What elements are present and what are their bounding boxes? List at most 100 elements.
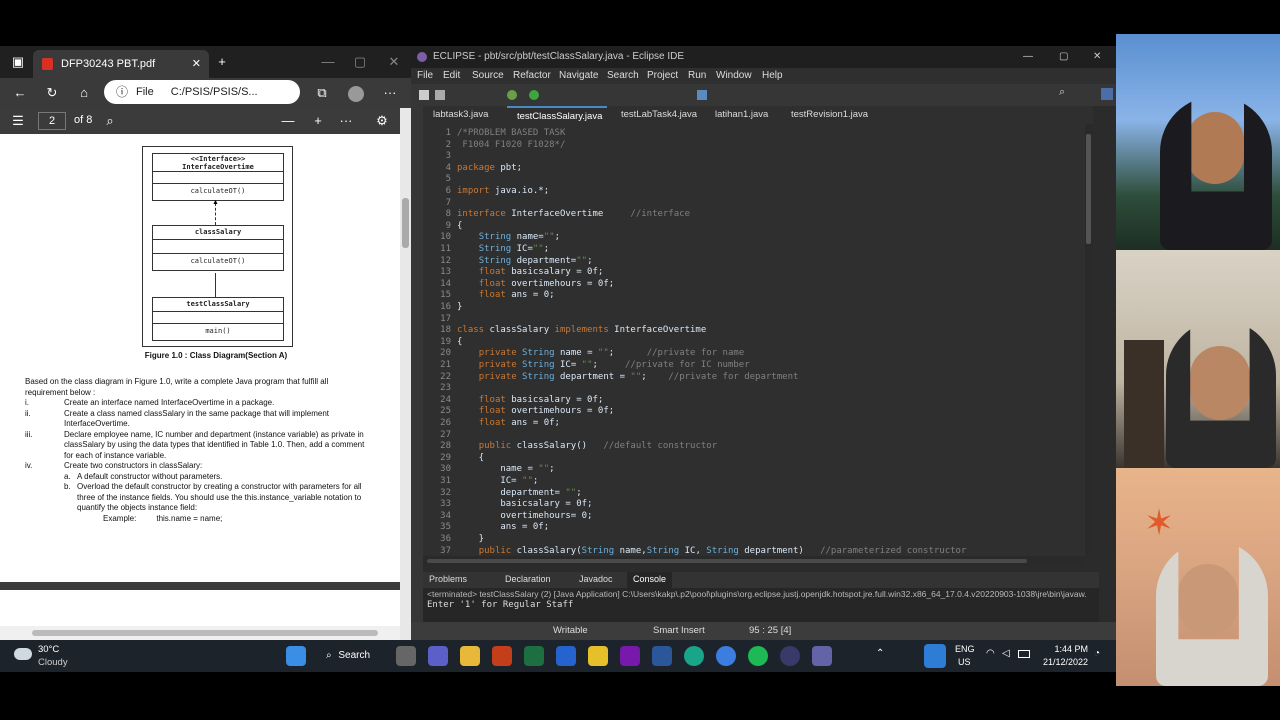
- code-line[interactable]: 20 private String name = ""; //private f…: [423, 348, 744, 360]
- edge-icon[interactable]: [684, 646, 704, 666]
- tab-javadoc[interactable]: Javadoc: [579, 574, 613, 584]
- code-line[interactable]: 32 department= "";: [423, 488, 581, 500]
- wifi-icon[interactable]: ◠: [986, 648, 995, 659]
- menu-source[interactable]: Source: [472, 68, 504, 84]
- close-tab-icon[interactable]: ✕: [192, 50, 201, 78]
- code-line[interactable]: 16}: [423, 302, 462, 314]
- maximize-icon[interactable]: ▢: [350, 50, 370, 74]
- code-line[interactable]: 9{: [423, 221, 463, 233]
- tab-console[interactable]: Console: [627, 572, 673, 588]
- tab-testlabtask4[interactable]: testLabTask4.java: [611, 106, 703, 124]
- search-icon[interactable]: ⌕: [100, 109, 120, 133]
- contents-icon[interactable]: ☰: [8, 109, 28, 133]
- more-menu-icon[interactable]: ···: [380, 81, 400, 105]
- clock-date[interactable]: 21/12/2022: [1040, 657, 1088, 667]
- menu-project[interactable]: Project: [647, 68, 678, 84]
- menu-refactor[interactable]: Refactor: [513, 68, 551, 84]
- code-line[interactable]: 31 IC= "";: [423, 476, 538, 488]
- chrome-icon[interactable]: [716, 646, 736, 666]
- eclipse-icon[interactable]: [780, 646, 800, 666]
- code-line[interactable]: 25 float overtimehours = 0f;: [423, 406, 614, 418]
- code-editor[interactable]: 1/*PROBLEM BASED TASK 2 F1004 F1020 F1028…: [423, 124, 1087, 556]
- tab-testrevision1[interactable]: testRevision1.java: [781, 106, 881, 124]
- code-line[interactable]: 3: [423, 151, 457, 163]
- code-line[interactable]: 6 import java.io.*;: [423, 186, 550, 198]
- back-icon[interactable]: ←: [10, 81, 30, 105]
- refresh-icon[interactable]: ↻: [42, 81, 62, 105]
- pdf-vertical-scrollbar[interactable]: [400, 108, 411, 640]
- microphone-icon[interactable]: [924, 644, 946, 668]
- code-line[interactable]: 10 String name="";: [423, 232, 560, 244]
- code-line[interactable]: 7: [423, 198, 457, 210]
- address-field[interactable]: ⓘ File C:/PSIS/PSIS/S...: [104, 80, 300, 104]
- code-line[interactable]: 4 package pbt;: [423, 163, 522, 175]
- menu-search[interactable]: Search: [607, 68, 639, 84]
- extensions-icon[interactable]: ⧉: [312, 81, 332, 105]
- teams-icon[interactable]: [812, 646, 832, 666]
- scroll-thumb[interactable]: [402, 198, 409, 248]
- code-line[interactable]: 1 /*PROBLEM BASED TASK: [423, 128, 566, 140]
- tab-actions-icon[interactable]: ▣: [8, 50, 28, 74]
- video-participant-2[interactable]: [1116, 250, 1280, 468]
- code-line[interactable]: 19 {: [423, 337, 462, 349]
- code-line[interactable]: 26 float ans = 0f;: [423, 418, 560, 430]
- maximize-icon[interactable]: ▢: [1059, 46, 1068, 68]
- code-line[interactable]: 2 F1004 F1020 F1028*/: [423, 140, 566, 152]
- console-panel[interactable]: <terminated> testClassSalary (2) [Java A…: [423, 588, 1099, 622]
- notification-icon[interactable]: ◔: [1094, 648, 1100, 659]
- code-line[interactable]: 18 class classSalary implements Interface…: [423, 325, 706, 337]
- editor-vertical-scrollbar[interactable]: [1085, 124, 1093, 556]
- tab-declaration[interactable]: Declaration: [505, 574, 551, 584]
- volume-icon[interactable]: ◁: [1002, 648, 1010, 659]
- zoom-in-icon[interactable]: +: [308, 109, 328, 133]
- debug-icon[interactable]: [507, 90, 517, 100]
- zoom-out-icon[interactable]: —: [278, 109, 298, 133]
- todo-icon[interactable]: [556, 646, 576, 666]
- start-icon[interactable]: [286, 646, 306, 666]
- new-tab-icon[interactable]: +: [212, 50, 232, 74]
- meet-icon[interactable]: [428, 646, 448, 666]
- code-line[interactable]: 36 }: [423, 534, 484, 546]
- hscroll-thumb[interactable]: [32, 630, 378, 636]
- sticky-notes-icon[interactable]: [588, 646, 608, 666]
- battery-icon[interactable]: [1018, 650, 1030, 658]
- new-file-icon[interactable]: [419, 90, 429, 100]
- video-participant-3[interactable]: ✶: [1116, 468, 1280, 686]
- menu-navigate[interactable]: Navigate: [559, 68, 598, 84]
- code-line[interactable]: 15 float ans = 0;: [423, 290, 554, 302]
- code-line[interactable]: 12 String department="";: [423, 256, 592, 268]
- menu-file[interactable]: File: [417, 68, 433, 84]
- home-icon[interactable]: ⌂: [74, 81, 94, 105]
- code-line[interactable]: 33 basicsalary = 0f;: [423, 499, 592, 511]
- menu-edit[interactable]: Edit: [443, 68, 460, 84]
- task-view-icon[interactable]: [396, 646, 416, 666]
- minimize-icon[interactable]: —: [1023, 46, 1033, 68]
- clock-time[interactable]: 1:44 PM: [1048, 644, 1088, 654]
- code-line[interactable]: 8 interface InterfaceOvertime //interface: [423, 209, 690, 221]
- word-icon[interactable]: [652, 646, 672, 666]
- profile-avatar[interactable]: [348, 86, 364, 102]
- tab-problems[interactable]: Problems: [429, 574, 467, 584]
- minimize-icon[interactable]: —: [318, 50, 338, 74]
- editor-horizontal-scrollbar[interactable]: [423, 556, 1085, 566]
- tab-testclasssalary[interactable]: testClassSalary.java: [507, 106, 607, 124]
- code-line[interactable]: 28 public classSalary() //default constr…: [423, 441, 717, 453]
- taskbar-search[interactable]: ⌕ Search: [326, 646, 386, 666]
- menu-help[interactable]: Help: [762, 68, 783, 84]
- code-line[interactable]: 30 name = "";: [423, 464, 554, 476]
- code-line[interactable]: 17: [423, 314, 457, 326]
- code-line[interactable]: 34 overtimehours= 0;: [423, 511, 592, 523]
- menu-window[interactable]: Window: [716, 68, 752, 84]
- editor-scroll-thumb[interactable]: [1086, 134, 1091, 244]
- code-line[interactable]: 13 float basicsalary = 0f;: [423, 267, 603, 279]
- tray-chevron-icon[interactable]: ⌃: [876, 648, 884, 659]
- spotify-icon[interactable]: [748, 646, 768, 666]
- browser-tab[interactable]: DFP30243 PBT.pdf ✕: [33, 50, 209, 78]
- file-explorer-icon[interactable]: [460, 646, 480, 666]
- quick-access-search-icon[interactable]: ⌕: [1059, 86, 1065, 99]
- save-icon[interactable]: [435, 90, 445, 100]
- excel-icon[interactable]: [524, 646, 544, 666]
- code-line[interactable]: 22 private String department = ""; //pri…: [423, 372, 798, 384]
- code-line[interactable]: 14 float overtimehours = 0f;: [423, 279, 614, 291]
- keyboard-layout[interactable]: US: [958, 657, 971, 667]
